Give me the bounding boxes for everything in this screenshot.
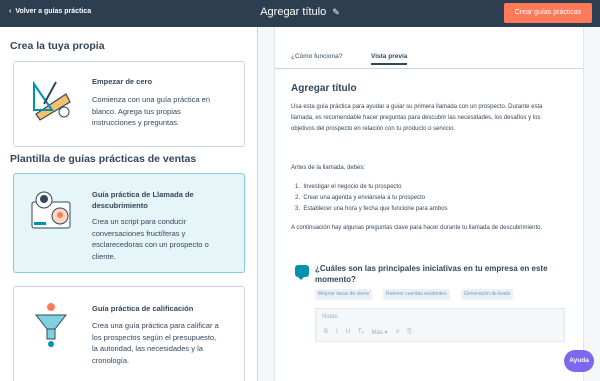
tab-preview[interactable]: Vista previa <box>371 53 408 65</box>
card-title-line: Guía práctica de Llamada de <box>92 190 194 199</box>
card-desc-line: instrucciones y preguntas. <box>92 118 180 127</box>
page-title[interactable]: Agregar título <box>260 6 326 18</box>
card-qualification[interactable]: Guía práctica de calificación Crea una g… <box>13 286 245 381</box>
card-start-from-scratch[interactable]: Empezar de cero Comienza con una guía pr… <box>13 61 245 147</box>
card-title: Empezar de cero <box>92 77 153 86</box>
questions-intro: A continuación hay algunas preguntas cla… <box>291 225 543 231</box>
card-title-line: descubrimiento <box>92 201 148 210</box>
align-icon[interactable]: ≡ <box>396 329 400 336</box>
italic-button[interactable]: I <box>336 329 338 336</box>
section-title-templates: Plantilla de guías prácticas de ventas <box>10 153 197 165</box>
funnel-illustration-icon <box>34 303 68 347</box>
ruler-pencil-illustration-icon <box>33 80 71 121</box>
question-block: ¿Cuáles son las principales iniciativas … <box>291 255 571 381</box>
card-desc-line: Comienza con una guía práctica en <box>92 95 210 104</box>
tab-how-it-works[interactable]: ¿Cómo funciona? <box>291 53 342 60</box>
clear-format-button[interactable]: Tₓ <box>358 329 364 336</box>
card-desc-line: Crea una guía práctica para calificar a <box>92 321 219 330</box>
scrollbar[interactable] <box>590 27 600 381</box>
rich-text-toolbar: B I U Tₓ Más ▾ ≡ ⎘ <box>324 329 412 336</box>
card-desc-line: la autoridad, las necesidades y la <box>92 344 203 353</box>
create-playbook-button[interactable]: Crear guías prácticas <box>504 3 592 23</box>
before-call-text: Antes de la llamada, debes: <box>291 165 366 171</box>
card-desc-line: los prospectos según el presupuesto, <box>92 332 217 342</box>
template-panel: Crea la tuya propia Empezar de cero Comi… <box>0 27 258 381</box>
step-text: Investigar el negocio de tu prospecto <box>303 184 402 190</box>
question-title-line: ¿Cuáles son las principales iniciativas … <box>315 264 548 273</box>
step-item: 3. Establecer una hora y fecha que funci… <box>295 206 448 212</box>
intro-line: llamada, es recomendable hacer preguntas… <box>291 115 541 121</box>
chat-bubble-icon <box>295 265 309 280</box>
preview-panel: ¿Cómo funciona? Vista previa Agregar tít… <box>274 27 584 381</box>
video-call-illustration-icon <box>31 191 71 229</box>
intro-line: objetivos del prospecto en relación con … <box>291 126 456 132</box>
step-item: 2. Crear una agenda y enviársela a tu pr… <box>295 195 426 201</box>
question-title-line: momento? <box>315 275 356 284</box>
section-title-own: Crea la tuya propia <box>10 40 105 52</box>
card-desc-line: Crea un script para conducir <box>92 217 187 226</box>
attach-icon[interactable]: ⎘ <box>407 329 412 336</box>
underline-button[interactable]: U <box>346 329 350 336</box>
notes-field[interactable]: Notas B I U Tₓ Más ▾ ≡ ⎘ <box>315 308 565 342</box>
step-text: Establecer una hora y fecha que funcione… <box>303 206 448 212</box>
help-button[interactable]: Ayuda <box>564 350 594 372</box>
tab-bar: ¿Cómo funciona? Vista previa <box>275 27 583 69</box>
bold-button[interactable]: B <box>324 329 328 336</box>
card-discovery-call[interactable]: Guía práctica de Llamada de descubrimien… <box>13 173 245 273</box>
answer-chip[interactable]: Mejorar tasas de cierre <box>315 289 373 300</box>
card-desc-line: cliente. <box>92 251 116 261</box>
top-bar: ‹ Volver a guías práctica Agregar título… <box>0 0 600 27</box>
intro-line: Usa esta guía práctica para ayudar a gui… <box>291 104 543 110</box>
pencil-icon[interactable]: ✎ <box>332 7 340 18</box>
card-desc-line: conversaciones fructíferas y <box>92 228 186 238</box>
card-desc-line: esclarecedoras con un prospecto o <box>92 240 209 249</box>
step-item: 1. Investigar el negocio de tu prospecto <box>295 184 402 190</box>
card-desc-line: blanco. Agrega tus propias <box>92 106 181 116</box>
notes-placeholder: Notas <box>322 314 338 320</box>
answer-chip[interactable]: Generación de leads <box>461 289 514 300</box>
preview-title: Agregar título <box>291 83 357 94</box>
card-desc-line: cronología. <box>92 355 130 365</box>
more-dropdown[interactable]: Más ▾ <box>372 329 388 336</box>
step-text: Crear una agenda y enviársela a tu prosp… <box>303 195 426 201</box>
card-title: Guía práctica de calificación <box>92 304 194 313</box>
answer-chip[interactable]: Retener cuentas existentes <box>383 289 450 300</box>
